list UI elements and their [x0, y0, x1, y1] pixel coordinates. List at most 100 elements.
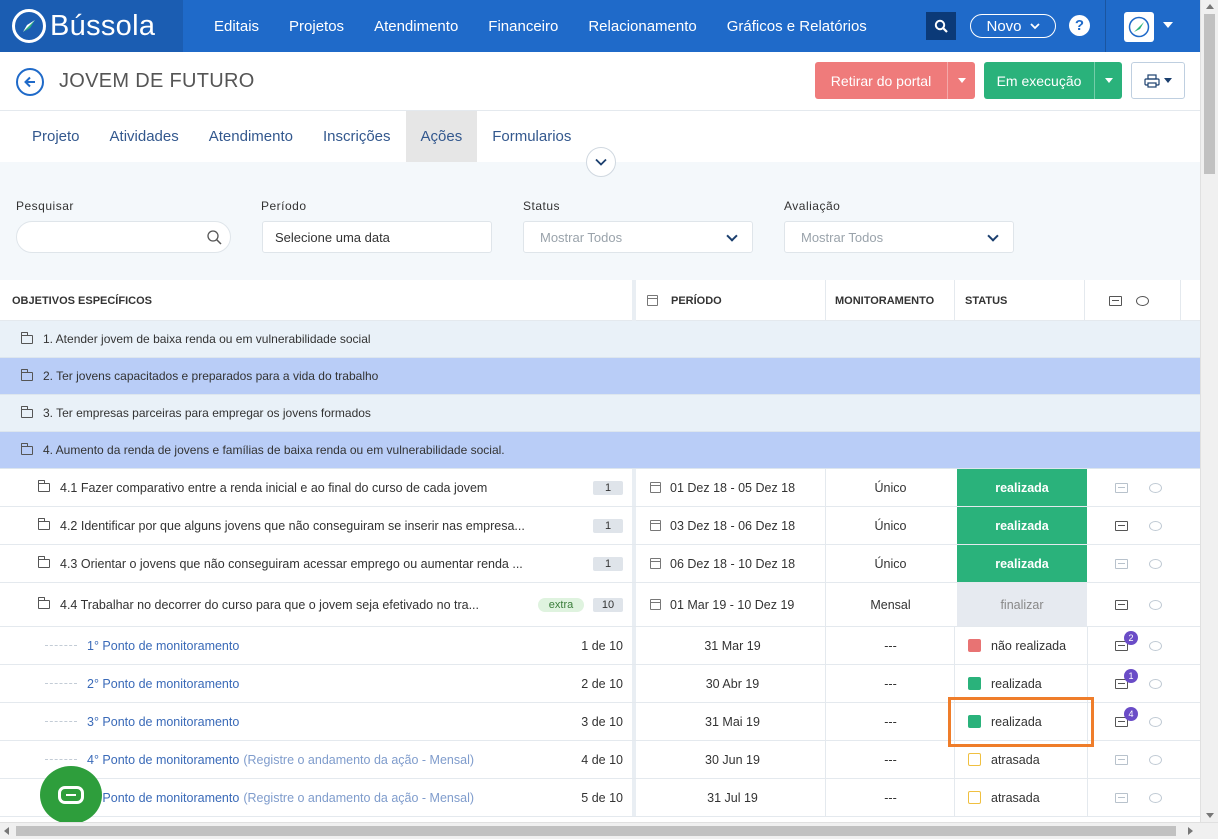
brand-logo[interactable]: Bússola [0, 0, 183, 52]
point-name: 3° Ponto de monitoramento [87, 714, 240, 729]
comment-icon[interactable] [1149, 482, 1162, 493]
search-input[interactable] [16, 221, 231, 253]
status-cell[interactable]: não realizada [968, 627, 1066, 664]
comment-icon[interactable] [1149, 754, 1162, 765]
monitoring-point-link[interactable]: 5° Ponto de monitoramento (Registre o an… [87, 779, 474, 816]
status-cell[interactable]: atrasada [968, 779, 1040, 816]
monitoring-point-row[interactable]: 1° Ponto de monitoramento 1 de 10 31 Mar… [0, 627, 1200, 665]
nav-item-projetos[interactable]: Projetos [274, 18, 359, 35]
scroll-thumb[interactable] [16, 826, 1176, 836]
column-periodo[interactable]: PERÍODO [647, 280, 722, 321]
nav-item-editais[interactable]: Editais [199, 18, 274, 35]
nav-item-financeiro[interactable]: Financeiro [473, 18, 573, 35]
user-menu-caret-icon[interactable] [1163, 22, 1173, 28]
main-menu: Editais Projetos Atendimento Financeiro … [199, 18, 882, 35]
column-divider [632, 545, 636, 582]
vertical-scrollbar[interactable] [1200, 0, 1218, 822]
action-title: 4.1 Fazer comparativo entre a renda inic… [60, 480, 488, 495]
period-value: 06 Dez 18 - 10 Dez 18 [670, 556, 796, 571]
image-icon[interactable] [1115, 482, 1128, 493]
monitoring-point-link[interactable]: 3° Ponto de monitoramento [87, 703, 239, 740]
page-title: JOVEM DE FUTURO [59, 70, 255, 92]
evaluation-select[interactable]: Mostrar Todos [784, 221, 1014, 253]
status-badge[interactable]: realizada [957, 469, 1087, 506]
scroll-thumb[interactable] [1204, 14, 1215, 174]
attachment-count-badge: 4 [1124, 707, 1138, 721]
column-objetivos[interactable]: OBJETIVOS ESPECÍFICOS [12, 280, 152, 321]
monitoring-point-link[interactable]: 2° Ponto de monitoramento [87, 665, 239, 702]
comment-icon[interactable] [1149, 792, 1162, 803]
user-avatar[interactable] [1124, 12, 1154, 42]
print-button[interactable] [1131, 62, 1185, 99]
nav-item-graficos[interactable]: Gráficos e Relatórios [712, 18, 882, 35]
monitoring-point-link[interactable]: 1° Ponto de monitoramento [87, 627, 239, 664]
folder-open-icon [38, 597, 50, 609]
new-button[interactable]: Novo [970, 14, 1056, 38]
tab-atividades[interactable]: Atividades [95, 111, 194, 162]
status-execution-dropdown[interactable] [1094, 62, 1122, 99]
finalize-button[interactable]: finalizar [957, 583, 1087, 626]
search-button[interactable] [926, 12, 956, 40]
monitoring-value: Mensal [870, 597, 911, 612]
comment-icon[interactable] [1149, 599, 1162, 610]
action-row[interactable]: 4.1 Fazer comparativo entre a renda inic… [0, 469, 1200, 507]
image-icon[interactable] [1115, 754, 1128, 765]
column-divider [954, 779, 955, 816]
tab-formularios[interactable]: Formularios [477, 111, 586, 162]
expand-filters-button[interactable] [586, 147, 616, 177]
comment-icon[interactable] [1149, 678, 1162, 689]
folder-open-icon [21, 442, 33, 455]
comment-icon[interactable] [1149, 558, 1162, 569]
image-icon[interactable] [1115, 558, 1128, 569]
monitoring-point-link[interactable]: 4° Ponto de monitoramento (Registre o an… [87, 741, 474, 778]
nav-item-relacionamento[interactable]: Relacionamento [573, 18, 711, 35]
help-icon[interactable]: ? [1069, 15, 1090, 36]
remove-from-portal-button[interactable]: Retirar do portal [815, 62, 975, 99]
back-button[interactable] [16, 68, 44, 96]
horizontal-scrollbar[interactable] [0, 822, 1218, 839]
point-hint: (Registre o andamento da ação - Mensal) [243, 752, 475, 767]
image-icon [1109, 295, 1122, 306]
action-row[interactable]: 4.4 Trabalhar no decorrer do curso para … [0, 583, 1200, 627]
period-date-input[interactable]: Selecione uma data [262, 221, 492, 253]
action-row[interactable]: 4.3 Orientar o jovens que não conseguira… [0, 545, 1200, 583]
scroll-left-icon[interactable] [4, 827, 9, 835]
nav-item-atendimento[interactable]: Atendimento [359, 18, 473, 35]
objective-row[interactable]: 1. Atender jovem de baixa renda ou em vu… [0, 321, 1200, 358]
objective-row[interactable]: 4. Aumento da renda de jovens e famílias… [0, 432, 1200, 469]
tab-atendimento[interactable]: Atendimento [194, 111, 308, 162]
column-periodo-label: PERÍODO [671, 294, 722, 307]
status-execution-button[interactable]: Em execução [984, 62, 1122, 99]
tab-inscricoes[interactable]: Inscrições [308, 111, 406, 162]
status-select[interactable]: Mostrar Todos [523, 221, 753, 253]
image-icon[interactable] [1115, 792, 1128, 803]
filters-panel: Pesquisar Período Selecione uma data Sta… [0, 162, 1200, 280]
objective-row[interactable]: 2. Ter jovens capacitados e preparados p… [0, 358, 1200, 395]
tab-acoes[interactable]: Ações [405, 111, 478, 162]
monitoring-point-row[interactable]: 5° Ponto de monitoramento (Registre o an… [0, 779, 1200, 817]
tab-projeto[interactable]: Projeto [17, 111, 95, 162]
objective-row[interactable]: 3. Ter empresas parceiras para empregar … [0, 395, 1200, 432]
chat-widget-button[interactable] [40, 766, 102, 824]
status-badge[interactable]: realizada [957, 507, 1087, 544]
comment-icon[interactable] [1149, 520, 1162, 531]
comment-icon[interactable] [1149, 716, 1162, 727]
action-title: 4.2 Identificar por que alguns jovens qu… [60, 518, 525, 533]
column-status[interactable]: STATUS [965, 280, 1007, 321]
count-badge: 10 [593, 598, 623, 612]
scroll-up-icon[interactable] [1206, 4, 1214, 9]
caret-down-icon [1104, 78, 1113, 83]
comment-icon[interactable] [1149, 640, 1162, 651]
point-progress: 4 de 10 [581, 752, 623, 767]
column-divider [825, 280, 826, 321]
action-row[interactable]: 4.2 Identificar por que alguns jovens qu… [0, 507, 1200, 545]
scroll-right-icon[interactable] [1188, 827, 1193, 835]
scroll-down-icon[interactable] [1206, 813, 1214, 818]
status-badge[interactable]: realizada [957, 545, 1087, 582]
image-icon[interactable] [1115, 599, 1128, 610]
point-monitoring: --- [884, 676, 897, 691]
column-monitoramento[interactable]: MONITORAMENTO [835, 280, 934, 321]
attachments-cell [1115, 583, 1162, 626]
image-icon[interactable] [1115, 520, 1128, 531]
remove-from-portal-dropdown[interactable] [947, 62, 975, 99]
